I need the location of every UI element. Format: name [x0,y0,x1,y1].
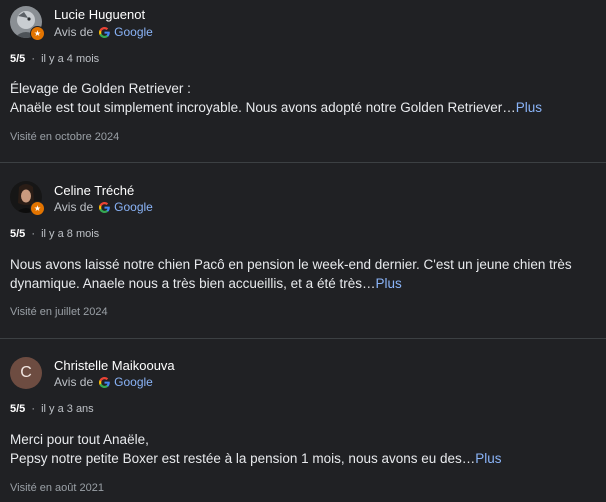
more-link[interactable]: Plus [516,100,542,115]
separator: · [31,53,36,65]
source-name: Google [114,375,153,389]
author-name[interactable]: Lucie Huguenot [54,7,145,22]
review-text-line: Pepsy notre petite Boxer est restée à la… [10,451,476,466]
author-name[interactable]: Celine Tréché [54,183,134,198]
rating-value: 5/5 [10,403,26,415]
review-text: Nous avons laissé notre chien Pacô en pe… [10,255,600,293]
rating-line: 5/5 · il y a 4 mois [10,53,99,65]
google-g-icon [99,201,110,213]
review-text-line: Anaële est tout simplement incroyable. N… [10,100,516,115]
visit-date: Visité en août 2021 [10,482,104,494]
rating-line: 5/5 · il y a 8 mois [10,228,99,240]
rating-value: 5/5 [10,53,26,65]
review-time: il y a 8 mois [41,228,100,240]
separator: · [31,228,36,240]
review-text-line: dynamique. Anaele nous a très bien accue… [10,276,376,291]
source-name: Google [114,25,153,39]
google-g-icon [99,26,110,38]
review-source: Avis de Google [54,375,153,389]
review-text: Merci pour tout Anaële, Pepsy notre peti… [10,430,600,468]
avatar[interactable]: ★ [10,181,45,216]
rating-value: 5/5 [10,228,26,240]
review-source: Avis de Google [54,200,153,214]
visit-date: Visité en octobre 2024 [10,131,120,143]
review-text-line: Nous avons laissé notre chien Pacô en pe… [10,257,572,272]
local-guide-star-icon: ★ [30,201,45,216]
review-text-line: Élevage de Golden Retriever : [10,81,191,96]
divider [0,338,606,339]
review-text: Élevage de Golden Retriever : Anaële est… [10,79,600,117]
more-link[interactable]: Plus [475,451,501,466]
rating-line: 5/5 · il y a 3 ans [10,403,94,415]
more-link[interactable]: Plus [375,276,401,291]
local-guide-star-icon: ★ [30,26,45,41]
visit-date: Visité en juillet 2024 [10,306,108,318]
divider [0,162,606,163]
source-prefix: Avis de [54,200,94,214]
source-prefix: Avis de [54,25,94,39]
avatar[interactable]: ★ [10,6,45,41]
review-time: il y a 4 mois [41,53,100,65]
review-time: il y a 3 ans [41,403,94,415]
author-name[interactable]: Christelle Maikoouva [54,358,175,373]
avatar[interactable]: C [10,357,42,389]
source-name: Google [114,200,153,214]
avatar-initial: C [10,357,42,389]
separator: · [31,403,36,415]
source-prefix: Avis de [54,375,94,389]
review-text-line: Merci pour tout Anaële, [10,432,149,447]
review-source: Avis de Google [54,25,153,39]
google-g-icon [99,376,110,388]
